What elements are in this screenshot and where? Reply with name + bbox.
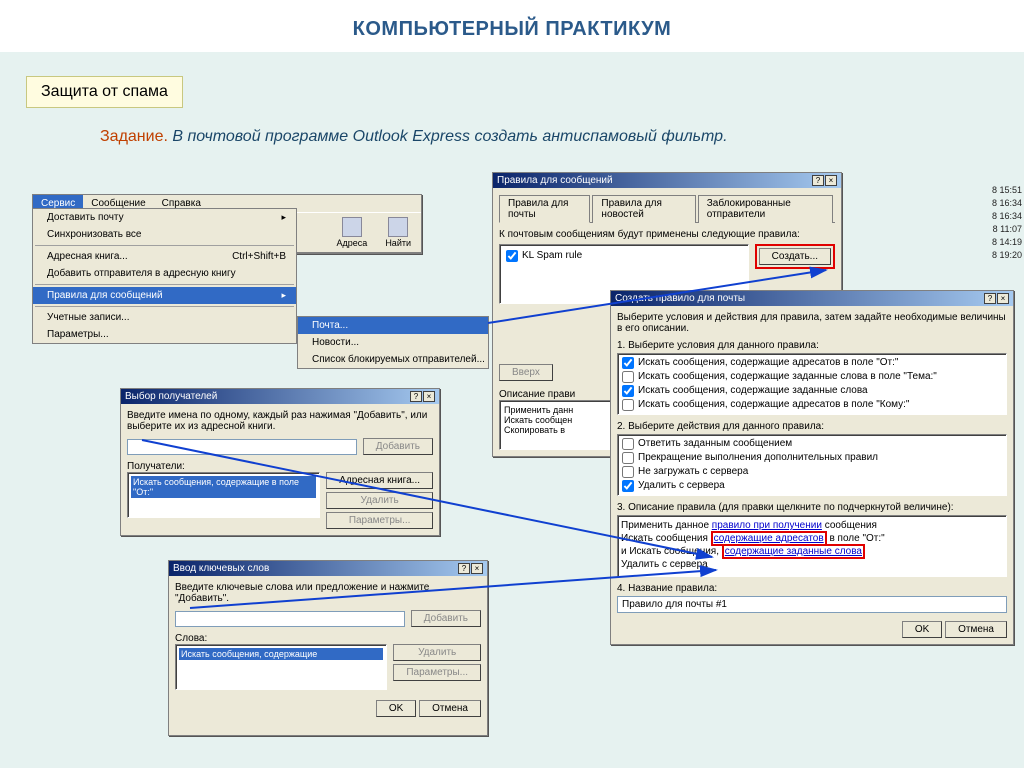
toolbar-find[interactable]: Найти <box>379 215 417 250</box>
tabs[interactable]: Правила для почты Правила для новостей З… <box>499 194 835 223</box>
tab-news-rules[interactable]: Правила для новостей <box>592 195 695 223</box>
menu-item[interactable]: Добавить отправителя в адресную книгу <box>33 265 296 282</box>
close-icon[interactable]: × <box>471 563 483 574</box>
subtitle: Защита от спама <box>26 76 183 108</box>
description-box[interactable]: Применить данное правило при получении с… <box>617 515 1007 577</box>
up-button: Вверх <box>499 364 553 381</box>
close-icon[interactable]: × <box>423 391 435 402</box>
create-rule-title: Создать правило для почты <box>615 293 745 304</box>
actions-list[interactable]: Ответить заданным сообщениемПрекращение … <box>617 434 1007 496</box>
cancel-button[interactable]: Отмена <box>419 700 481 717</box>
conditions-list[interactable]: Искать сообщения, содержащие адресатов в… <box>617 353 1007 415</box>
add-button: Добавить <box>411 610 481 627</box>
menu-item[interactable]: Правила для сообщений <box>33 287 296 304</box>
keywords-dialog[interactable]: Ввод ключевых слов ?× Введите ключевые с… <box>168 560 488 736</box>
tab-mail-rules[interactable]: Правила для почты <box>499 195 590 223</box>
close-icon[interactable]: × <box>997 293 1009 304</box>
check-row[interactable]: Искать сообщения, содержащие заданные сл… <box>620 370 1004 384</box>
menu-item[interactable]: Синхронизовать все <box>33 226 296 243</box>
rule-name-input[interactable]: Правило для почты #1 <box>617 596 1007 613</box>
recipients-dialog[interactable]: Выбор получателей ?× Введите имена по од… <box>120 388 440 536</box>
check-row[interactable]: Искать сообщения, содержащие заданные сл… <box>620 384 1004 398</box>
create-rule-button[interactable]: Создать... <box>759 248 831 265</box>
check-row[interactable]: Не загружать с сервера <box>620 465 1004 479</box>
service-menu[interactable]: Доставить почтуСинхронизовать все Адресна… <box>32 208 297 344</box>
check-row[interactable]: Удалить с сервера <box>620 479 1004 493</box>
create-rule-dialog[interactable]: Создать правило для почты ?× Выберите ус… <box>610 290 1014 645</box>
delete-button: Удалить <box>393 644 481 661</box>
ok-button[interactable]: OK <box>902 621 942 638</box>
timestamps-list: 8 15:518 16:348 16:348 11:078 14:198 19:… <box>992 184 1024 262</box>
submenu-item[interactable]: Почта... <box>298 317 488 334</box>
keyword-input[interactable] <box>175 611 405 627</box>
help-icon[interactable]: ? <box>410 391 422 402</box>
check-row[interactable]: Искать сообщения, содержащие адресатов в… <box>620 356 1004 370</box>
params-button: Параметры... <box>393 664 481 681</box>
delete-button: Удалить <box>326 492 433 509</box>
toolbar-addresses[interactable]: Адреса <box>331 215 374 250</box>
cancel-button[interactable]: Отмена <box>945 621 1007 638</box>
rules-submenu[interactable]: Почта...Новости...Список блокируемых отп… <box>297 316 489 369</box>
menu-item[interactable]: Учетные записи... <box>33 309 296 326</box>
ok-button[interactable]: OK <box>376 700 416 717</box>
recipients-list[interactable]: Искать сообщения, содержащие в поле "От:… <box>127 472 320 518</box>
submenu-item[interactable]: Новости... <box>298 334 488 351</box>
add-button: Добавить <box>363 438 433 455</box>
help-icon[interactable]: ? <box>812 175 824 186</box>
menu-item[interactable]: Доставить почту <box>33 209 296 226</box>
menu-item[interactable]: Адресная книга...Ctrl+Shift+B <box>33 248 296 265</box>
close-icon[interactable]: × <box>825 175 837 186</box>
rules-dialog-title: Правила для сообщений <box>497 175 613 186</box>
check-row[interactable]: Прекращение выполнения дополнительных пр… <box>620 451 1004 465</box>
check-row[interactable]: Искать сообщения, содержащие адресатов в… <box>620 398 1004 412</box>
params-button: Параметры... <box>326 512 433 529</box>
rule-row[interactable]: KL Spam rule <box>504 249 744 263</box>
keywords-list[interactable]: Искать сообщения, содержащие <box>175 644 387 690</box>
addressbook-button[interactable]: Адресная книга... <box>326 472 433 489</box>
help-icon[interactable]: ? <box>984 293 996 304</box>
check-row[interactable]: Ответить заданным сообщением <box>620 437 1004 451</box>
submenu-item[interactable]: Список блокируемых отправителей... <box>298 351 488 368</box>
menu-item[interactable]: Параметры... <box>33 326 296 343</box>
page-title: КОМПЬЮТЕРНЫЙ ПРАКТИКУМ <box>0 0 1024 53</box>
help-icon[interactable]: ? <box>458 563 470 574</box>
words-link[interactable]: содержащие заданные слова <box>722 544 865 559</box>
task-text: Задание. В почтовой программе Outlook Ex… <box>100 128 728 146</box>
tab-blocked[interactable]: Заблокированные отправители <box>698 195 833 223</box>
recipient-input[interactable] <box>127 439 357 455</box>
